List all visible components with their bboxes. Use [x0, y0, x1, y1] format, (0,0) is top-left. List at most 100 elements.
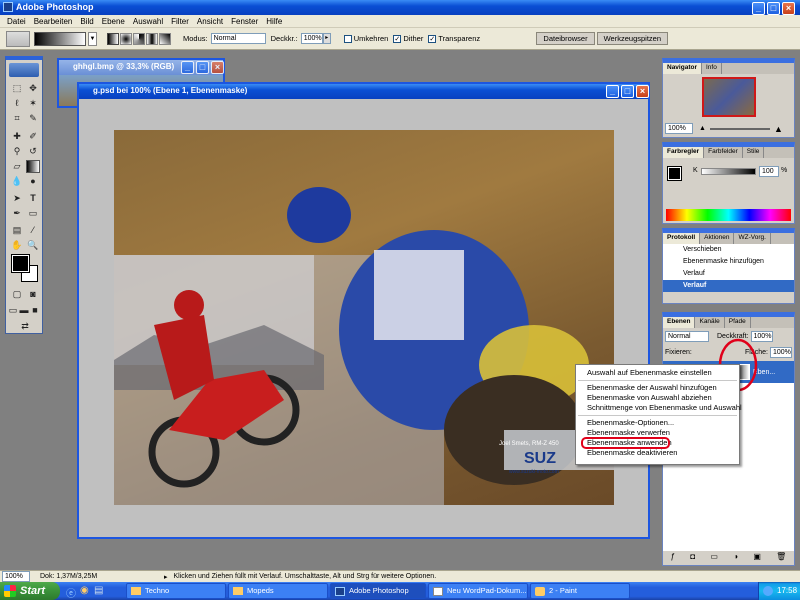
tab-farbregler[interactable]: Farbregler — [663, 147, 705, 158]
tray-network-icon[interactable] — [763, 586, 773, 596]
zoom-in-icon[interactable]: ▲ — [774, 124, 783, 134]
navigator-zoom-input[interactable]: 100% — [665, 123, 693, 134]
layer-style-icon[interactable]: ƒ — [671, 551, 675, 563]
delete-layer-icon[interactable]: 🗑 — [776, 551, 786, 563]
status-arrow-icon[interactable]: ▸ — [164, 573, 168, 581]
menu-ebene[interactable]: Ebene — [98, 17, 129, 26]
adobe-logo-icon[interactable] — [9, 63, 39, 77]
adjustment-layer-icon[interactable]: ◑ — [733, 551, 738, 563]
clock[interactable]: 17:58 — [777, 586, 797, 595]
tab-dateibrowser[interactable]: Dateibrowser — [536, 32, 595, 45]
imageready-icon[interactable]: ⇄ — [16, 320, 34, 333]
tab-farbfelder[interactable]: Farbfelder — [704, 147, 743, 158]
lasso-tool-icon[interactable]: ℓ — [10, 97, 24, 110]
screen-mode-2-icon[interactable]: ▬ — [19, 304, 29, 317]
history-item[interactable]: Ebenenmaske hinzufügen — [663, 256, 794, 268]
history-item-selected[interactable]: Verlauf — [663, 280, 794, 292]
document-canvas[interactable]: Joel Smets, RM-Z 450 SUZ www.suzuki-moto… — [114, 130, 614, 505]
gradient-preview[interactable] — [34, 31, 86, 46]
quicklaunch-ie-icon[interactable]: ⓔ — [66, 585, 76, 600]
deckkr-input[interactable]: 100% — [300, 33, 323, 44]
menu-datei[interactable]: Datei — [3, 17, 30, 26]
color-spectrum-bar[interactable] — [666, 209, 791, 221]
screen-mode-1-icon[interactable]: ▭ — [8, 304, 18, 317]
tab-info[interactable]: Info — [702, 63, 722, 74]
menu-bearbeiten[interactable]: Bearbeiten — [30, 17, 77, 26]
shape-tool-icon[interactable]: ▭ — [26, 207, 40, 220]
tab-ebenen[interactable]: Ebenen — [663, 317, 696, 328]
doc-main-title-bar[interactable]: g.psd bei 100% (Ebene 1, Ebenenmaske) — [79, 84, 648, 99]
quickmask-mode-icon[interactable]: ◙ — [26, 288, 40, 301]
layer-blend-mode-select[interactable]: Normal — [665, 331, 709, 342]
move-tool-icon[interactable]: ✥ — [26, 82, 40, 95]
menu-hilfe[interactable]: Hilfe — [262, 17, 286, 26]
magic-wand-icon[interactable]: ✶ — [26, 97, 40, 110]
task-photoshop[interactable]: Adobe Photoshop — [330, 583, 426, 599]
linear-gradient-icon[interactable] — [107, 32, 119, 45]
deckkr-arrow-icon[interactable]: ▸ — [322, 33, 331, 44]
crop-tool-icon[interactable]: ⌗ — [10, 112, 24, 125]
task-paint[interactable]: 2 - Paint — [530, 583, 630, 599]
path-select-icon[interactable]: ➤ — [10, 192, 24, 205]
layer-set-icon[interactable]: ▭ — [710, 551, 718, 563]
task-techno[interactable]: Techno — [126, 583, 226, 599]
ctx-maske-deaktivieren[interactable]: Ebenenmaske deaktivieren — [576, 448, 739, 458]
quicklaunch-media-icon[interactable]: ◉ — [80, 585, 89, 596]
stamp-tool-icon[interactable]: ⚲ — [10, 145, 24, 158]
slice-tool-icon[interactable]: ✎ — [26, 112, 40, 125]
doc-main-minimize-icon[interactable]: _ — [606, 85, 619, 98]
ctx-maske-hinzufuegen[interactable]: Ebenenmaske der Auswahl hinzufügen — [576, 383, 739, 393]
quicklaunch-desktop-icon[interactable]: ▤ — [94, 585, 103, 596]
angle-gradient-icon[interactable] — [133, 32, 145, 45]
notes-tool-icon[interactable]: ▤ — [10, 224, 24, 237]
tab-protokoll[interactable]: Protokoll — [663, 233, 701, 244]
blur-tool-icon[interactable]: 💧 — [10, 175, 24, 188]
tab-wz-vorg[interactable]: WZ-Vorg. — [734, 233, 771, 244]
doc-ghhgl-maximize-icon[interactable]: □ — [196, 61, 209, 74]
doc-ghhgl-close-icon[interactable]: × — [211, 61, 224, 74]
brush-tool-icon[interactable]: ✐ — [26, 130, 40, 143]
k-value-input[interactable]: 100 — [759, 166, 779, 177]
zoom-tool-icon[interactable]: 🔍 — [26, 239, 40, 252]
history-item[interactable]: Verschieben — [663, 244, 794, 256]
tab-werkzeugspitzen[interactable]: Werkzeugspitzen — [596, 32, 668, 45]
reflected-gradient-icon[interactable] — [146, 32, 158, 45]
ctx-schnittmenge[interactable]: Schnittmenge von Ebenenmaske und Auswahl — [576, 403, 742, 413]
healing-brush-icon[interactable]: ✚ — [10, 130, 24, 143]
zoom-out-icon[interactable]: ▲ — [699, 125, 706, 132]
menu-bild[interactable]: Bild — [76, 17, 97, 26]
type-tool-icon[interactable]: T — [26, 192, 40, 205]
navigator-thumbnail[interactable] — [701, 77, 756, 117]
add-mask-icon[interactable]: ◘ — [690, 551, 695, 563]
dodge-tool-icon[interactable]: ● — [26, 175, 40, 188]
new-layer-icon[interactable]: ▣ — [753, 551, 761, 563]
tab-pfade[interactable]: Pfade — [725, 317, 751, 328]
fill-input[interactable]: 100% — [770, 347, 792, 358]
minimize-icon[interactable]: _ — [752, 2, 765, 15]
task-mopeds[interactable]: Mopeds — [228, 583, 328, 599]
umkehren-checkbox[interactable] — [343, 34, 352, 43]
close-icon[interactable]: × — [782, 2, 795, 15]
tab-navigator[interactable]: Navigator — [663, 63, 702, 74]
task-wordpad[interactable]: Neu WordPad-Dokum... — [428, 583, 528, 599]
history-item[interactable]: Verlauf — [663, 268, 794, 280]
menu-fenster[interactable]: Fenster — [227, 17, 262, 26]
status-doc-size[interactable]: Dok: 1,37M/3,25M — [40, 573, 160, 580]
gradient-tool-icon-box[interactable] — [26, 160, 40, 173]
menu-auswahl[interactable]: Auswahl — [129, 17, 167, 26]
tab-kanaele[interactable]: Kanäle — [695, 317, 725, 328]
doc-ghhgl-minimize-icon[interactable]: _ — [181, 61, 194, 74]
doc-main-maximize-icon[interactable]: □ — [621, 85, 634, 98]
pen-tool-icon[interactable]: ✒ — [10, 207, 24, 220]
maximize-icon[interactable]: □ — [767, 2, 780, 15]
marquee-tool-icon[interactable]: ⬚ — [10, 82, 24, 95]
dither-checkbox[interactable]: ✓ — [393, 34, 402, 43]
ctx-auswahl-auf-maske[interactable]: Auswahl auf Ebenenmaske einstellen — [576, 368, 739, 378]
start-button[interactable]: Start — [0, 582, 60, 600]
eyedropper-icon[interactable]: ⁄ — [26, 224, 40, 237]
screen-mode-3-icon[interactable]: ■ — [30, 304, 40, 317]
navigator-zoom-slider[interactable] — [709, 127, 770, 130]
tab-stile[interactable]: Stile — [743, 147, 765, 158]
eraser-tool-icon[interactable]: ▱ — [10, 160, 24, 173]
diamond-gradient-icon[interactable] — [159, 32, 171, 45]
